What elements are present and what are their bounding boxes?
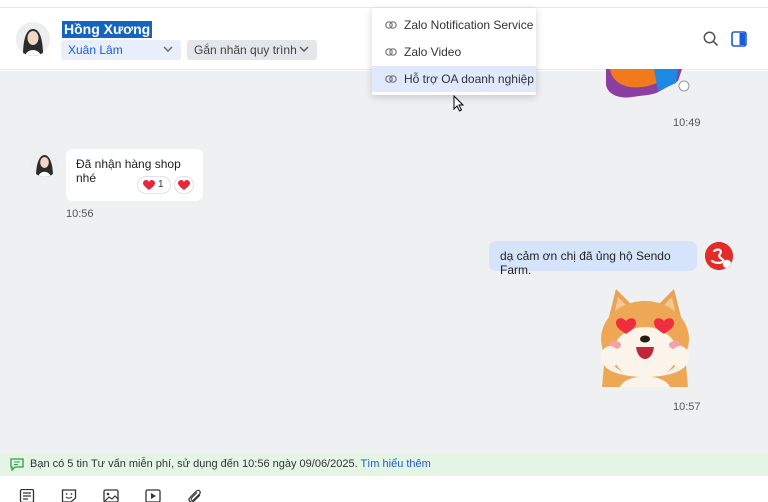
shiba-sticker xyxy=(601,289,689,387)
incoming-message[interactable]: Đã nhận hàng shop nhé 1 xyxy=(66,149,203,201)
react-button[interactable] xyxy=(174,176,194,194)
menu-item-zalo-video[interactable]: Zalo Video xyxy=(372,39,536,65)
assignee-value: Xuân Lâm xyxy=(68,43,123,57)
menu-item-label: Zalo Video xyxy=(404,45,462,59)
sticker-partial xyxy=(606,69,690,98)
assignee-select[interactable]: Xuân Lâm xyxy=(61,40,181,60)
link-icon xyxy=(385,48,397,56)
menu-item-zalo-notification-service[interactable]: Zalo Notification Service xyxy=(372,12,536,38)
contact-name: Hồng Xương xyxy=(62,21,153,38)
text-format-icon[interactable] xyxy=(19,489,35,502)
banner-text: Bạn có 5 tin Tư vấn miễn phí, sử dụng đế… xyxy=(30,458,358,470)
menu-item-label: Hỗ trợ OA doanh nghiệp xyxy=(404,72,534,86)
message-time: 10:49 xyxy=(673,117,701,129)
menu-item-label: Zalo Notification Service xyxy=(404,18,534,32)
outgoing-message[interactable]: dạ cảm ơn chị đã ủng hộ Sendo Farm. xyxy=(489,241,697,277)
dropdown-menu: Zalo Notification Service Zalo Video Hỗ … xyxy=(372,8,536,95)
mouse-cursor-icon xyxy=(453,95,465,112)
chevron-down-icon xyxy=(299,46,309,52)
message-icon xyxy=(10,458,24,471)
message-time: 10:56 xyxy=(66,208,94,220)
free-message-banner: Bạn có 5 tin Tư vấn miễn phí, sử dụng đế… xyxy=(0,453,768,476)
process-tag-select[interactable]: Gắn nhãn quy trình xyxy=(187,40,317,60)
message-text: dạ cảm ơn chị đã ủng hộ Sendo Farm. xyxy=(500,249,671,277)
sticker-icon[interactable] xyxy=(61,489,77,502)
link-icon xyxy=(385,75,397,83)
top-strip xyxy=(0,0,768,8)
sidebar-toggle-icon[interactable] xyxy=(730,30,748,48)
search-icon[interactable] xyxy=(702,30,720,48)
learn-more-link[interactable]: Tìm hiểu thêm xyxy=(361,458,431,470)
image-icon[interactable] xyxy=(103,489,119,502)
composer-toolbar xyxy=(0,476,768,502)
reaction-badge[interactable]: 1 xyxy=(137,176,171,194)
video-icon[interactable] xyxy=(145,489,161,502)
contact-avatar[interactable] xyxy=(16,22,50,56)
tag-placeholder: Gắn nhãn quy trình xyxy=(194,43,297,57)
chat-area: 10:49 Đã nhận hàng shop nhé 1 10:56 dạ c… xyxy=(0,69,768,453)
sendo-avatar[interactable] xyxy=(705,242,733,270)
contact-avatar-small[interactable] xyxy=(31,150,58,177)
message-time: 10:57 xyxy=(673,401,701,413)
heart-icon xyxy=(178,180,190,190)
menu-item-oa-support[interactable]: Hỗ trợ OA doanh nghiệp xyxy=(372,66,536,92)
heart-icon xyxy=(143,180,155,190)
attach-icon[interactable] xyxy=(187,489,203,502)
chevron-down-icon xyxy=(163,46,173,52)
reaction-count: 1 xyxy=(158,179,164,190)
link-icon xyxy=(385,21,397,29)
